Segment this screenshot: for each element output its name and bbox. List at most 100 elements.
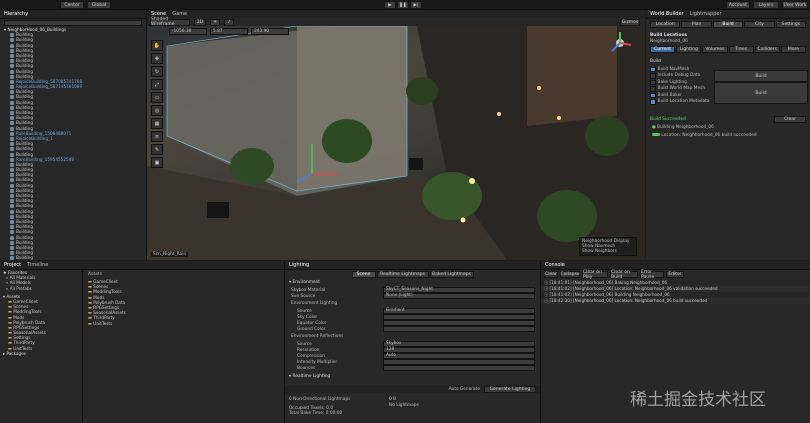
hand-tool[interactable]: ✋ — [151, 40, 163, 51]
orientation-gizmo[interactable] — [607, 30, 633, 56]
tab-project[interactable]: Project — [4, 262, 21, 268]
checkbox[interactable] — [650, 92, 656, 98]
transform-icon: ◎ — [154, 107, 160, 114]
coord-z-field[interactable]: 243.90 — [251, 28, 289, 35]
wb-tab-location[interactable]: Location — [650, 21, 681, 28]
clear-button[interactable]: Clear — [774, 116, 806, 123]
scale-tool[interactable]: ⤢ — [151, 79, 163, 90]
subtab-colliders[interactable]: Colliders — [754, 46, 780, 53]
property-field[interactable] — [383, 325, 535, 333]
subtab-more[interactable]: More — [780, 46, 807, 53]
build-option-row: Build World Map Mesh — [650, 86, 712, 93]
console-log-entry[interactable]: ⓘ [18:42:30] [Neighborhood_06] Location:… — [541, 298, 810, 304]
lighting-subtab-scene[interactable]: Scene — [351, 271, 376, 278]
tab-world-builder[interactable]: World Builder — [650, 11, 684, 17]
console-tabbar: Console — [541, 261, 810, 270]
tab-timeline[interactable]: Timeline — [27, 262, 48, 268]
checkbox[interactable] — [650, 79, 656, 85]
tab-hierarchy[interactable]: Hierarchy — [4, 11, 28, 17]
custom-tool-2[interactable]: ≡ — [151, 131, 163, 142]
lighting-subtab-baked[interactable]: Baked Lightmaps — [429, 271, 474, 278]
layout-dropdown[interactable]: User Work — [782, 1, 808, 9]
wb-tab-city[interactable]: City — [744, 21, 775, 28]
custom-tool-3[interactable]: ✎ — [151, 144, 163, 155]
property-label: Bounces — [297, 365, 316, 371]
2d-toggle[interactable]: 2D — [194, 18, 206, 26]
subtab-trees[interactable]: Trees — [728, 46, 754, 53]
console-collapse-button[interactable]: Collapse — [560, 271, 580, 278]
build-button[interactable]: Build — [714, 70, 808, 82]
favorite-item[interactable]: ⌕ All Prefabs — [0, 286, 82, 291]
tab-lightmapper[interactable]: Lightmapper — [690, 11, 722, 17]
stats-size: 0 B — [389, 397, 397, 402]
step-button[interactable]: ▶| — [410, 1, 422, 9]
success-badge-icon — [652, 133, 660, 136]
hierarchy-row[interactable]: Building — [0, 255, 146, 260]
build-succeeded-row: Build Succeeded Clear — [650, 116, 806, 123]
build-option-row: Build Location Metadata — [650, 99, 712, 106]
cube-icon: ▣ — [154, 159, 160, 166]
pivot-center-button[interactable]: Center — [60, 1, 84, 9]
account-dropdown[interactable]: Account — [726, 1, 750, 9]
checkbox[interactable] — [650, 66, 656, 72]
overlay-show-neighbors[interactable]: Show Neighbors — [582, 249, 634, 254]
custom-tool-1[interactable]: ▦ — [151, 118, 163, 129]
console-editor-dropdown[interactable]: Editor — [666, 271, 684, 278]
gizmos-dropdown[interactable]: Gizmos — [620, 18, 640, 26]
checkbox[interactable] — [650, 99, 656, 105]
rotate-tool[interactable]: ↻ — [151, 66, 163, 77]
console-clear-on-build[interactable]: Clear on Build — [610, 270, 638, 280]
gameobject-icon — [10, 64, 14, 69]
property-label: Equator Color — [297, 320, 327, 326]
hierarchy-row-label: Building — [16, 255, 33, 260]
property-label: Ground Color — [297, 326, 326, 332]
coord-y-field[interactable]: 5.87 — [210, 28, 248, 35]
console-clear-button[interactable]: Clear — [544, 271, 558, 278]
build-all-button[interactable]: Build — [714, 82, 808, 104]
pause-button[interactable]: ❚❚ — [397, 1, 409, 9]
packages-header[interactable]: ▸ Packages — [0, 351, 82, 356]
rect-icon: ▭ — [154, 94, 160, 101]
content-item[interactable]: ▬ UnitTests — [84, 321, 282, 326]
toolbar-right: Account Layers User Work — [726, 1, 808, 9]
custom-tool-4[interactable]: ▣ — [151, 157, 163, 168]
coord-x-field[interactable]: -1056.38 — [169, 28, 207, 35]
subtab-lighting[interactable]: Lighting — [676, 46, 702, 53]
generate-lighting-button[interactable]: Generate Lighting — [484, 385, 536, 393]
lighting-subtab-realtime[interactable]: Realtime Lightmaps — [376, 271, 429, 278]
property-label: Compression — [297, 353, 325, 359]
wb-tab-settings[interactable]: Settings — [775, 21, 807, 28]
hierarchy-search-input[interactable] — [4, 20, 142, 26]
audio-toggle[interactable]: ♪ — [224, 18, 234, 26]
layers-dropdown[interactable]: Layers — [753, 1, 779, 9]
property-field[interactable]: None (Light) — [383, 292, 535, 300]
lighting-toggle[interactable]: ☀ — [210, 18, 220, 26]
build-option-label: Build NavMesh — [657, 66, 690, 72]
console-error-pause[interactable]: Error Pause — [640, 270, 664, 280]
auto-generate-label[interactable]: Auto Generate — [449, 387, 480, 392]
subtab-volumes[interactable]: Volumes — [702, 46, 728, 53]
subtab-current[interactable]: Current — [650, 46, 676, 53]
build-succeeded-header: Build Succeeded — [650, 117, 686, 122]
build-header: Build — [650, 59, 661, 64]
rect-tool[interactable]: ▭ — [151, 92, 163, 103]
pause-icon: ❚❚ — [399, 2, 407, 8]
play-button[interactable]: ▶ — [384, 1, 396, 9]
global-button[interactable]: Global — [87, 1, 111, 9]
playback-controls: ▶ ❚❚ ▶| — [384, 1, 422, 9]
wb-tab-plan[interactable]: Plan — [681, 21, 712, 28]
transform-tool[interactable]: ◎ — [151, 105, 163, 116]
checkbox[interactable] — [650, 73, 656, 79]
property-field[interactable] — [383, 364, 535, 372]
property-label: Source — [297, 341, 312, 347]
tab-lighting[interactable]: Lighting — [289, 262, 309, 268]
wb-tab-build[interactable]: Build — [712, 21, 744, 28]
build-checkbox-list: Build NavMesh Include Debug Data Bake Ligh… — [650, 66, 712, 105]
content-breadcrumb: Assets — [88, 272, 102, 277]
console-clear-on-play[interactable]: Clear on Play — [582, 270, 608, 280]
move-tool[interactable]: ✥ — [151, 53, 163, 64]
tab-console[interactable]: Console — [545, 262, 565, 268]
scene-viewport[interactable]: ✋ ✥ ↻ ⤢ ▭ ◎ ▦ ≡ ✎ ▣ -1056.38 5.87 243.90 — [147, 26, 645, 260]
checkbox[interactable] — [650, 86, 656, 92]
draw-mode-dropdown[interactable]: Shaded Wireframe — [150, 17, 190, 27]
